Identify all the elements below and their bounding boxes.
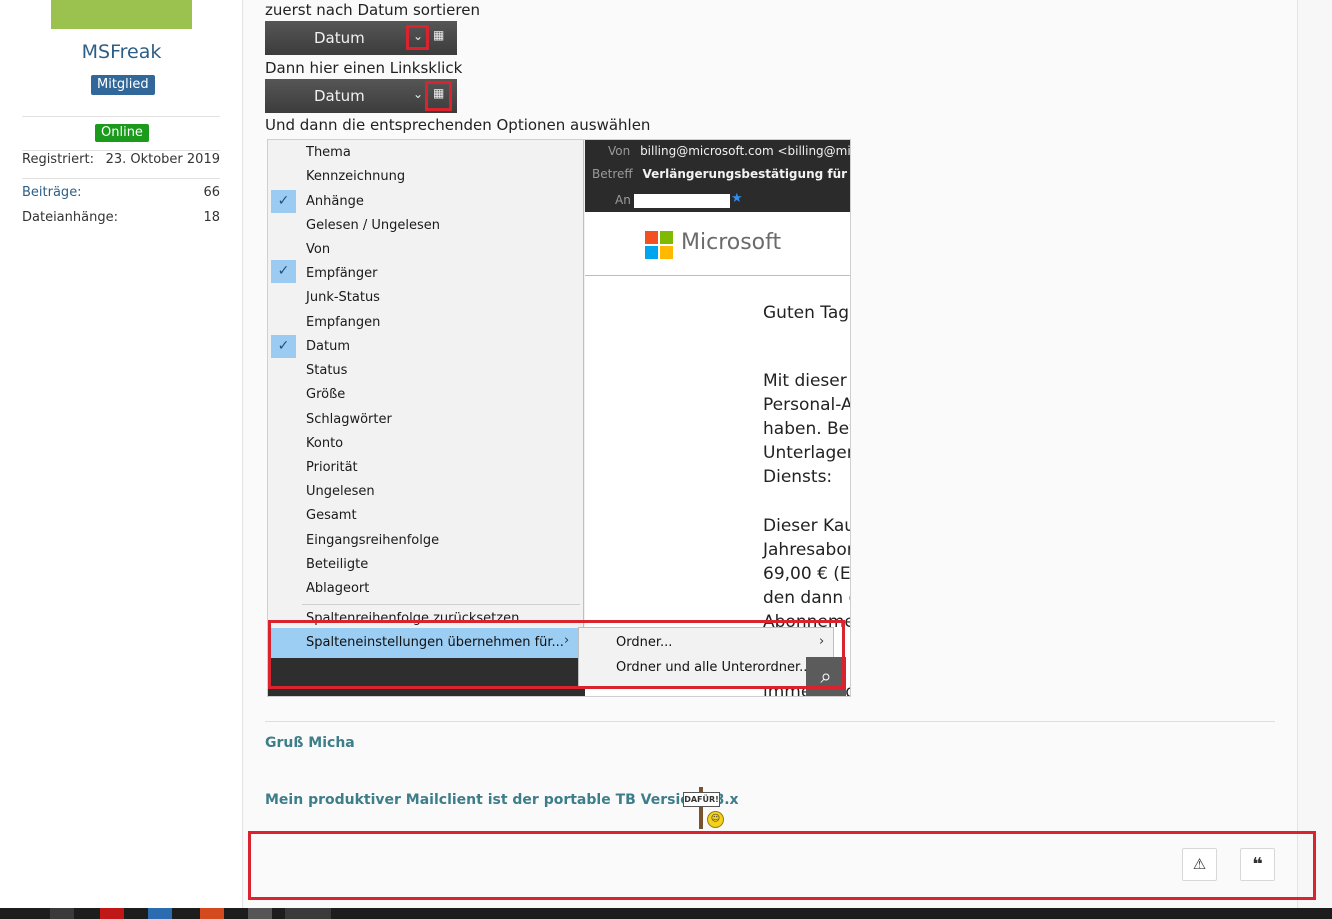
mail-body-line: 69,00 € (EU	[763, 564, 851, 584]
check-icon: ✓	[271, 260, 296, 283]
mail-body-line: Diensts:	[763, 467, 833, 487]
menu-item: Status	[306, 363, 348, 378]
mail-from-value: billing@microsoft.com <billing@mi	[640, 144, 851, 158]
warning-icon: ⚠	[1192, 855, 1207, 873]
sidebar-divider	[22, 116, 220, 117]
smiley-image: DAFÜR! ☺	[683, 787, 729, 829]
menu-item: Thema	[306, 145, 351, 160]
stat-attachments: Dateianhänge: 18	[22, 210, 220, 225]
stat-value: 66	[203, 185, 220, 200]
report-button[interactable]: ⚠	[1182, 848, 1217, 881]
menu-item: Empfangen	[306, 315, 381, 330]
taskbar-app-icon[interactable]	[200, 908, 224, 919]
mail-body-line: Dieser Kau	[763, 516, 851, 536]
stat-key-link[interactable]: Beiträge:	[22, 185, 82, 200]
mail-from-key: Von	[608, 144, 631, 158]
mail-subject-key: Betreff	[592, 167, 633, 181]
star-icon: ★	[731, 191, 743, 206]
brand-name: Microsoft	[681, 230, 782, 255]
avatar[interactable]	[51, 0, 192, 29]
sidebar-divider	[22, 178, 220, 179]
stat-key: Registriert:	[22, 152, 94, 167]
taskbar-app-icon[interactable]	[50, 908, 74, 919]
mail-to-row: An	[615, 193, 631, 207]
menu-item: Von	[306, 242, 331, 257]
mail-to-key: An	[615, 193, 631, 207]
rank-badge: Mitglied	[91, 75, 155, 95]
embedded-screenshot: ✓ ✓ ✓ Thema Kennzeichnung Anhänge Gelese…	[267, 139, 851, 697]
menu-item: Datum	[306, 339, 350, 354]
mail-header: Von billing@microsoft.com <billing@mi Be…	[585, 140, 851, 212]
taskbar-app-icon[interactable]	[148, 908, 172, 919]
mail-body-line: Unterlager	[763, 443, 851, 463]
menu-item: Ablageort	[306, 581, 370, 596]
mail-body-line: haben. Bev	[763, 419, 851, 439]
chevron-down-icon: ⌄	[413, 87, 424, 101]
stat-posts[interactable]: Beiträge: 66	[22, 185, 220, 200]
mail-divider	[585, 275, 850, 276]
menu-item: Schlagwörter	[306, 412, 392, 427]
column-label: Datum	[314, 87, 365, 105]
highlight-box	[406, 25, 429, 50]
taskbar-app-icon[interactable]	[248, 908, 272, 919]
mail-body-line: Personal-A	[763, 395, 851, 415]
mail-subject-value: Verlängerungsbestätigung für Offi	[642, 167, 850, 181]
stat-registered: Registriert: 23. Oktober 2019	[22, 152, 220, 167]
highlight-box-footer	[248, 831, 1316, 900]
smiley-sign: DAFÜR!	[683, 792, 720, 807]
taskbar-app-icon-active[interactable]	[285, 908, 331, 919]
menu-item: Kennzeichnung	[306, 169, 406, 184]
stat-key: Dateianhänge:	[22, 210, 118, 225]
mail-body-line: Jahresabor	[763, 540, 851, 560]
redacted-recipient	[634, 194, 730, 208]
mail-preview: Von billing@microsoft.com <billing@mi Be…	[585, 140, 851, 696]
username-link[interactable]: MSFreak	[0, 41, 243, 63]
signature-line: Mein produktiver Mailclient ist der port…	[265, 792, 739, 808]
stat-value: 23. Oktober 2019	[105, 152, 220, 167]
menu-item: Gelesen / Ungelesen	[306, 218, 440, 233]
column-picker-icon: ▦	[433, 28, 445, 42]
highlight-box	[268, 620, 845, 689]
online-badge: Online	[95, 124, 149, 142]
taskbar-app-icon[interactable]	[100, 908, 124, 919]
menu-item: Beteiligte	[306, 557, 369, 572]
mail-body-line: den dann g	[763, 588, 851, 608]
post-text-line: Und dann die entsprechenden Optionen aus…	[265, 116, 651, 134]
highlight-box	[425, 81, 452, 111]
check-icon: ✓	[271, 335, 296, 358]
menu-separator	[302, 604, 580, 605]
post-text-line: zuerst nach Datum sortieren	[265, 1, 480, 19]
menu-item: Größe	[306, 387, 346, 402]
menu-item: Empfänger	[306, 266, 378, 281]
menu-item: Eingangsreihenfolge	[306, 533, 440, 548]
column-picker-menu: ✓ ✓ ✓ Thema Kennzeichnung Anhänge Gelese…	[268, 140, 586, 696]
mail-body-line: Mit dieser	[763, 371, 847, 391]
mail-body-line: Guten Tag	[763, 303, 850, 323]
menu-item: Ungelesen	[306, 484, 375, 499]
user-sidebar: MSFreak Mitglied Online Registriert: 23.…	[0, 0, 243, 908]
stat-value: 18	[203, 210, 220, 225]
smiley-face-icon: ☺	[707, 811, 724, 828]
microsoft-logo-icon	[645, 231, 674, 260]
page: MSFreak Mitglied Online Registriert: 23.…	[0, 0, 1332, 919]
quote-icon: ❝	[1252, 854, 1263, 875]
menu-item: Priorität	[306, 460, 358, 475]
menu-item: Junk-Status	[306, 290, 380, 305]
column-label: Datum	[314, 29, 365, 47]
quote-button[interactable]: ❝	[1240, 848, 1275, 881]
check-icon: ✓	[271, 190, 296, 213]
menu-item: Konto	[306, 436, 344, 451]
signature-divider	[265, 721, 1275, 722]
menu-item: Anhänge	[306, 194, 364, 209]
sidebar-divider	[22, 150, 220, 151]
mail-from-row: Von billing@microsoft.com <billing@mi	[608, 144, 851, 158]
menu-item: Gesamt	[306, 508, 357, 523]
signature-greeting: Gruß Micha	[265, 735, 355, 751]
mail-subject-row: Betreff Verlängerungsbestätigung für Off…	[592, 167, 850, 181]
post-text-line: Dann hier einen Linksklick	[265, 59, 463, 77]
